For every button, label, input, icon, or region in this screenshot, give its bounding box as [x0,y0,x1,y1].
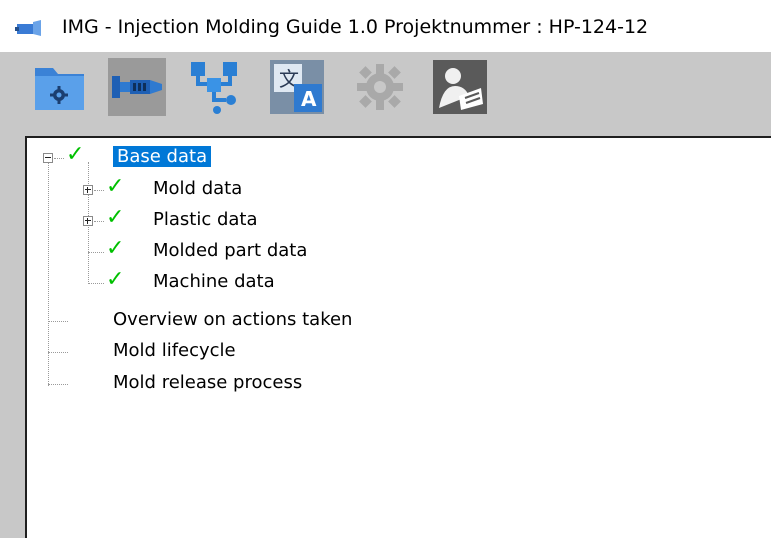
tree-connector [94,221,104,222]
tree-connector [48,352,68,353]
tree-item-label: Mold release process [113,372,303,393]
tree-item-label: Molded part data [153,240,308,261]
tree-connector [94,190,104,191]
tree-item-label: Mold data [153,178,243,199]
injection-unit-icon [112,76,162,98]
check-icon: ✓ [106,267,125,292]
tree-item-label: Machine data [153,271,275,292]
window-title: IMG - Injection Molding Guide 1.0 Projek… [62,16,649,38]
check-icon: ✓ [106,236,125,261]
check-icon: ✓ [106,174,125,199]
flow-network-icon [191,62,237,114]
expand-toggle[interactable] [83,185,93,195]
toolbar: 文 A [0,52,771,126]
tree-connector [88,252,104,253]
settings-button[interactable] [351,58,409,116]
tree-item-label: Plastic data [153,209,258,230]
tree-connector [48,384,68,385]
tree-view[interactable]: ✓ Base data ✓ Mold data ✓ Plastic data ✓… [25,136,771,538]
injection-unit-button[interactable] [108,58,166,116]
tree-item-label: Base data [113,146,212,167]
tree-item-label: Overview on actions taken [113,309,353,330]
check-icon: ✓ [66,142,85,167]
svg-text:A: A [301,87,317,111]
tree-item-label: Mold lifecycle [113,340,236,361]
app-icon [15,20,41,36]
translate-button[interactable]: 文 A [268,58,326,116]
tree-connector [48,321,68,322]
collapse-toggle[interactable] [43,153,53,163]
reader-book-icon [433,60,487,114]
project-settings-button[interactable] [31,58,89,116]
tree-connector [88,283,104,284]
help-button[interactable] [431,58,489,116]
folder-gear-icon [35,68,84,110]
check-icon: ✓ [106,205,125,230]
translate-icon: 文 A [270,60,324,114]
title-bar: IMG - Injection Molding Guide 1.0 Projek… [0,0,771,52]
process-flow-button[interactable] [187,58,245,116]
expand-toggle[interactable] [83,216,93,226]
tree-connector [54,158,64,159]
gear-icon [357,64,403,110]
